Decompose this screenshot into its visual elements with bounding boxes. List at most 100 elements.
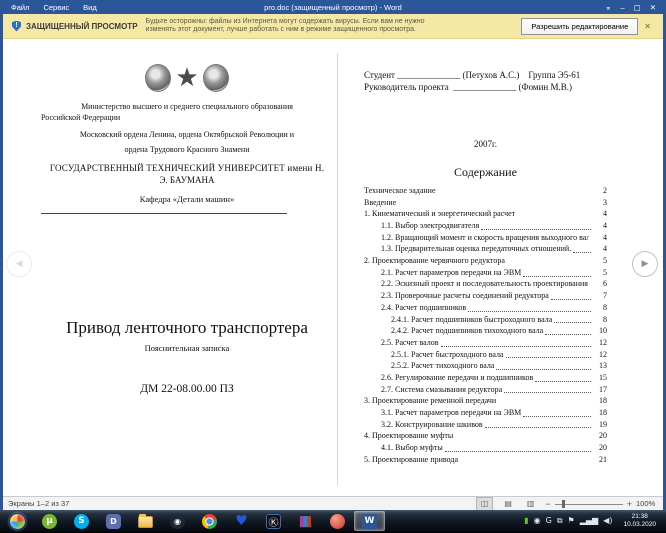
close-icon[interactable]: ✕ (650, 3, 656, 12)
maximize-icon[interactable]: ▢ (634, 3, 641, 12)
zoom-slider[interactable] (555, 499, 623, 509)
start-button[interactable] (2, 511, 33, 531)
toc-entry[interactable]: 1.3. Предварительная оценка передаточных… (364, 243, 607, 255)
toc-entry[interactable]: Техническое задание2 (364, 185, 607, 197)
toc-entry[interactable]: 3.1. Расчет параметров передачи на ЭВМ18 (364, 407, 607, 419)
menu-file[interactable]: Файл (11, 3, 29, 12)
taskbar-clock[interactable]: 21:38 10.03.2020 (617, 513, 660, 529)
toc-entry[interactable]: 2.5.1. Расчет быстроходного вала12 (364, 349, 607, 361)
toc-entry[interactable]: 4. Проектирование муфты20 (364, 430, 607, 442)
zoom-slider-thumb[interactable] (562, 500, 565, 508)
toc-entry-label: 4.1. Выбор муфты (381, 442, 443, 454)
desktop: pro.doc (защищенный просмотр) - Word Фай… (0, 0, 666, 533)
system-tray: ▮ ◉ G ⧉ ⚑ ▂▄▆ ◀) 21:38 10.03.2020 (524, 513, 664, 529)
toc-entry[interactable]: 2.6. Регулирование передачи и подшипнико… (364, 372, 607, 384)
toc-entry-label: Введение (364, 197, 396, 209)
menu-view[interactable]: Вид (83, 3, 97, 12)
game-app-icon-glyph (330, 514, 345, 529)
table-of-contents: Техническое задание2Введение31. Кинемати… (364, 185, 607, 466)
toc-dot-leader (468, 311, 591, 312)
signal-tray-icon[interactable]: ▂▄▆ (580, 516, 598, 526)
toc-entry[interactable]: 2.1. Расчет параметров передачи на ЭВМ5 (364, 267, 607, 279)
toc-entry-label: 2.7. Система смазывания редуктора (381, 384, 502, 396)
update-tray-icon[interactable]: ◉ (534, 516, 541, 526)
menu-bar: Файл Сервис Вид (3, 3, 97, 12)
next-screen-button[interactable]: ▶ (632, 251, 658, 277)
zoom-out-icon[interactable]: − (545, 499, 550, 509)
winrar-icon[interactable] (290, 511, 321, 531)
previous-screen-button[interactable]: ◀ (6, 251, 32, 277)
toc-entry-label: Техническое задание (364, 185, 436, 197)
orders-line-1: Московский ордена Ленина, ордена Октябрь… (41, 129, 333, 140)
ministry-line-2: Российской Федерации (41, 112, 333, 123)
toc-entry-page: 4 (593, 243, 607, 255)
minimize-icon[interactable]: – (620, 3, 624, 12)
toc-entry[interactable]: 1. Кинематический и энергетический расче… (364, 208, 607, 220)
start-button-glyph (9, 513, 26, 530)
toc-entry[interactable]: 2.5.2. Расчет тихоходного вала13 (364, 360, 607, 372)
toc-entry-label: 2.6. Регулирование передачи и подшипнико… (381, 372, 533, 384)
shield-icon: ! (12, 21, 21, 32)
discord-icon-glyph: D (106, 514, 121, 529)
chrome-icon[interactable] (194, 511, 225, 531)
ribbon-options-icon[interactable]: ⌅ (605, 3, 611, 12)
toc-entry[interactable]: 2.4. Расчет подшипников8 (364, 302, 607, 314)
skype-icon[interactable]: S (66, 511, 97, 531)
web-layout-icon[interactable]: ▥ (523, 498, 539, 510)
game-app-icon[interactable] (322, 511, 353, 531)
toc-dot-leader (506, 357, 591, 358)
read-mode-icon[interactable]: ◫ (476, 497, 494, 511)
network-tray-icon[interactable]: ⧉ (557, 516, 563, 526)
explorer-icon[interactable] (130, 511, 161, 531)
utorrent-icon[interactable]: µ (34, 511, 65, 531)
menu-service[interactable]: Сервис (43, 3, 69, 12)
page-title-sheet: ★ Министерство высшего и среднего специа… (3, 39, 337, 496)
zoom-percentage[interactable]: 100% (636, 499, 658, 508)
toc-entry[interactable]: 5. Проектирование привода21 (364, 454, 607, 466)
toc-entry[interactable]: 2.7. Система смазывания редуктора17 (364, 384, 607, 396)
word-icon[interactable]: W (354, 511, 385, 531)
page-divider (337, 53, 338, 486)
toc-entry-label: 3.2. Конструирование шкивов (381, 419, 483, 431)
toc-entry[interactable]: 2.4.2. Расчет подшипников тихоходного ва… (364, 325, 607, 337)
toc-entry[interactable]: 3.2. Конструирование шкивов19 (364, 419, 607, 431)
toc-dot-leader (535, 381, 591, 382)
toc-entry[interactable]: 2.3. Проверочные расчеты соединений реду… (364, 290, 607, 302)
toc-dot-leader (481, 229, 591, 230)
heart-app-icon[interactable]: ♥ (226, 511, 257, 531)
toc-entry-page: 5 (593, 255, 607, 267)
toc-entry-page: 7 (593, 290, 607, 302)
horizontal-rule (41, 213, 287, 214)
clock-date: 10.03.2020 (623, 521, 656, 529)
taskbar-buttons: µSD ◉ ♥Ⓚ W (2, 511, 385, 531)
toc-entry[interactable]: 2.2. Эскизный проект и последовательност… (364, 279, 607, 291)
toc-entry[interactable]: 2. Проектирование червячного редуктора5 (364, 255, 607, 267)
toc-entry-page: 21 (593, 454, 607, 466)
nvidia-tray-icon[interactable]: ▮ (524, 516, 528, 526)
discord-icon[interactable]: D (98, 511, 129, 531)
flag-tray-icon[interactable]: ⚑ (568, 516, 575, 526)
toc-entry-label: 2.1. Расчет параметров передачи на ЭВМ (381, 267, 521, 279)
winrar-icon-glyph (299, 515, 312, 528)
dismiss-warning-icon[interactable]: ✕ (638, 22, 657, 31)
g-tray-icon[interactable]: G (546, 516, 552, 526)
steam-icon[interactable]: ◉ (162, 511, 193, 531)
toc-entry[interactable]: 3. Проектирование ременной передачи18 (364, 395, 607, 407)
toc-entry-page: 12 (593, 349, 607, 361)
supervisor-line: Руководитель проекта ______________ (Фом… (364, 81, 607, 93)
k-app-icon[interactable]: Ⓚ (258, 511, 289, 531)
toc-entry[interactable]: 1.1. Выбор электродвигателя4 (364, 220, 607, 232)
toc-entry[interactable]: 2.5. Расчет валов12 (364, 337, 607, 349)
toc-entry[interactable]: 4.1. Выбор муфты20 (364, 442, 607, 454)
toc-entry[interactable]: Введение3 (364, 197, 607, 209)
enable-editing-button[interactable]: Разрешить редактирование (521, 18, 638, 35)
protected-view-label: ЗАЩИЩЕННЫЙ ПРОСМОТР (26, 22, 138, 31)
screen-count-label[interactable]: Экраны 1–2 из 37 (8, 499, 69, 508)
volume-tray-icon[interactable]: ◀) (603, 516, 612, 526)
chrome-icon-glyph (202, 514, 217, 529)
toc-entry[interactable]: 2.4.1. Расчет подшипников быстроходного … (364, 314, 607, 326)
document-code: ДМ 22-08.00.00 ПЗ (41, 383, 333, 395)
zoom-in-icon[interactable]: + (627, 499, 632, 509)
toc-entry[interactable]: 1.2. Вращающий момент и скорость вращени… (364, 232, 607, 244)
print-layout-icon[interactable]: ▤ (500, 498, 516, 510)
